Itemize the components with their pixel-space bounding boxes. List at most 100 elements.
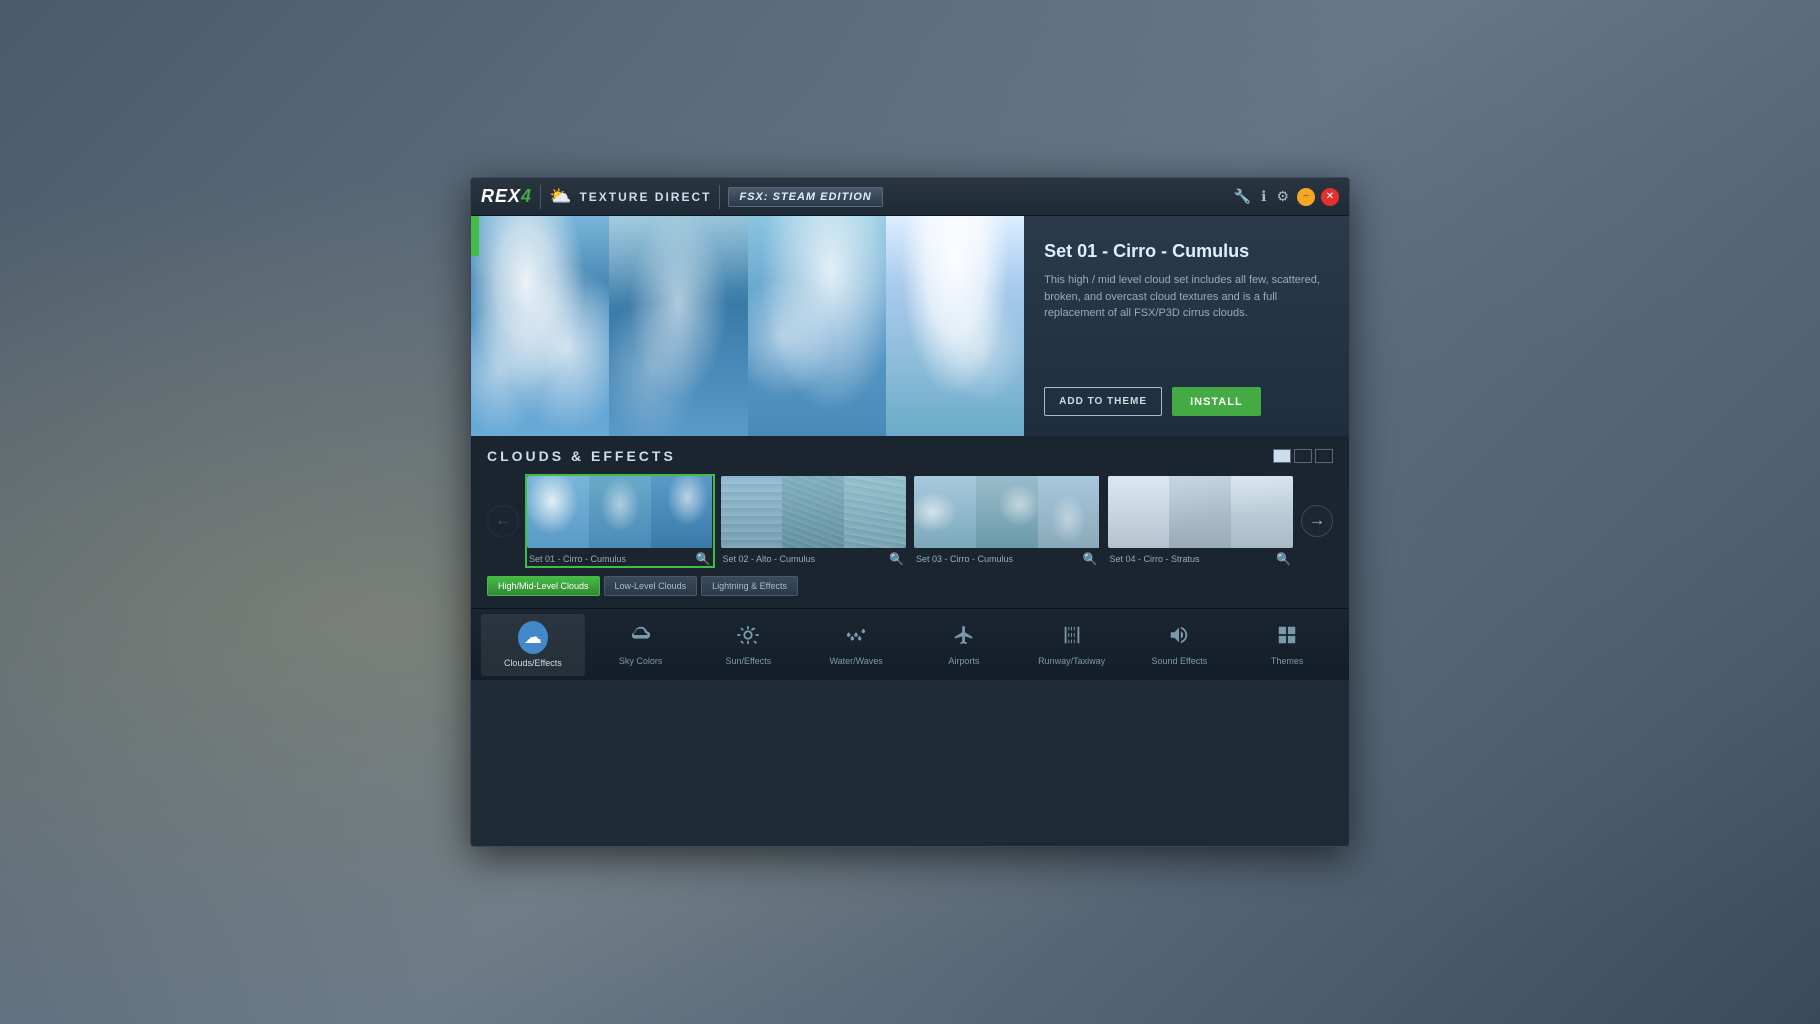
thumb-label-4: Set 04 - Cirro - Stratus: [1110, 554, 1200, 564]
hero-panel-4: [886, 216, 1024, 436]
hero-section: Set 01 - Cirro - Cumulus This high / mid…: [471, 216, 1349, 436]
edition-badge: FSX: STEAM EDITION: [728, 187, 882, 207]
thumbnail-set-04[interactable]: Set 04 - Cirro - Stratus 🔍: [1108, 476, 1294, 566]
app-title: TEXTURE DIRECT: [579, 190, 711, 204]
thumb-sub-3a: [914, 476, 976, 548]
install-button[interactable]: INSTALL: [1172, 387, 1261, 416]
app-window: REX4 ⛅ TEXTURE DIRECT FSX: STEAM EDITION…: [470, 177, 1350, 847]
nav-item-themes[interactable]: Themes: [1235, 614, 1339, 676]
title-bar: REX4 ⛅ TEXTURE DIRECT FSX: STEAM EDITION…: [471, 178, 1349, 216]
thumb-label-2: Set 02 - Alto - Cumulus: [723, 554, 816, 564]
thumb-sub-2c: [844, 476, 906, 548]
wrench-icon[interactable]: 🔧: [1232, 186, 1253, 207]
nav-label-sky: Sky Colors: [619, 656, 663, 666]
app-logo: REX4: [481, 186, 532, 207]
nav-item-sun[interactable]: Sun/Effects: [697, 614, 801, 676]
thumb-label-3: Set 03 - Cirro - Cumulus: [916, 554, 1013, 564]
view-mode-selector: [1273, 449, 1333, 463]
next-arrow[interactable]: →: [1301, 505, 1333, 537]
close-button[interactable]: ✕: [1321, 188, 1339, 206]
airports-nav-icon: [953, 624, 975, 652]
divider2: [719, 185, 720, 209]
sub-tab-high-mid[interactable]: High/Mid-Level Clouds: [487, 576, 600, 596]
thumb-images-2: [721, 476, 907, 548]
thumbnail-set-01[interactable]: Set 01 - Cirro - Cumulus 🔍: [527, 476, 713, 566]
hero-images: [471, 216, 1024, 436]
nav-label-airports: Airports: [948, 656, 979, 666]
section-header: CLOUDS & EFFECTS: [487, 448, 1333, 464]
bottom-nav: ☁ Clouds/Effects Sky Colors Sun/Effects: [471, 608, 1349, 680]
thumb-sub-3c: [1038, 476, 1100, 548]
minimize-button[interactable]: −: [1297, 188, 1315, 206]
thumb-sub-1c: [651, 476, 713, 548]
sound-nav-icon: [1168, 624, 1190, 652]
info-icon[interactable]: ℹ: [1259, 186, 1268, 207]
gear-icon[interactable]: ⚙: [1274, 186, 1291, 207]
view-dot-3[interactable]: [1315, 449, 1333, 463]
title-bar-left: REX4 ⛅ TEXTURE DIRECT FSX: STEAM EDITION: [481, 185, 883, 209]
thumb-sub-2b: [782, 476, 844, 548]
nav-item-clouds[interactable]: ☁ Clouds/Effects: [481, 614, 585, 676]
nav-label-sound: Sound Effects: [1151, 656, 1207, 666]
hero-panel-2: [609, 216, 747, 436]
prev-arrow[interactable]: ←: [487, 505, 519, 537]
nav-item-sky[interactable]: Sky Colors: [589, 614, 693, 676]
thumb-label-row-3: Set 03 - Cirro - Cumulus 🔍: [914, 548, 1100, 566]
zoom-icon-4[interactable]: 🔍: [1276, 552, 1291, 566]
thumbnails-container: Set 01 - Cirro - Cumulus 🔍 Set 02 - Alto…: [527, 476, 1293, 566]
sub-tab-low[interactable]: Low-Level Clouds: [604, 576, 698, 596]
thumbnails-row: ← Set 01 - Cirro - Cumulus 🔍: [487, 476, 1333, 566]
hero-info: Set 01 - Cirro - Cumulus This high / mid…: [1024, 216, 1349, 436]
thumb-sub-4a: [1108, 476, 1170, 548]
selected-indicator: [471, 216, 479, 256]
section-title: CLOUDS & EFFECTS: [487, 448, 676, 464]
view-dot-2[interactable]: [1294, 449, 1312, 463]
thumb-sub-1b: [589, 476, 651, 548]
nav-item-sound[interactable]: Sound Effects: [1128, 614, 1232, 676]
thumb-label-row-1: Set 01 - Cirro - Cumulus 🔍: [527, 548, 713, 566]
title-bar-right: 🔧 ℹ ⚙ − ✕: [1232, 186, 1339, 207]
hero-panel-3: [748, 216, 886, 436]
thumbnail-set-03[interactable]: Set 03 - Cirro - Cumulus 🔍: [914, 476, 1100, 566]
nav-label-themes: Themes: [1271, 656, 1304, 666]
thumb-label-row-2: Set 02 - Alto - Cumulus 🔍: [721, 548, 907, 566]
hero-panel-1: [471, 216, 609, 436]
cloud-logo-icon: ⛅: [549, 186, 571, 207]
nav-label-water: Water/Waves: [829, 656, 882, 666]
zoom-icon-1[interactable]: 🔍: [696, 552, 711, 566]
nav-label-runway: Runway/Taxiway: [1038, 656, 1105, 666]
runway-nav-icon: [1061, 624, 1083, 652]
nav-item-airports[interactable]: Airports: [912, 614, 1016, 676]
sub-tab-lightning[interactable]: Lightning & Effects: [701, 576, 798, 596]
hero-title: Set 01 - Cirro - Cumulus: [1044, 241, 1329, 262]
water-nav-icon: [845, 624, 867, 652]
zoom-icon-2[interactable]: 🔍: [889, 552, 904, 566]
add-to-theme-button[interactable]: ADD TO THEME: [1044, 387, 1162, 416]
hero-buttons: ADD TO THEME INSTALL: [1044, 387, 1329, 416]
thumb-label-row-4: Set 04 - Cirro - Stratus 🔍: [1108, 548, 1294, 566]
thumb-sub-3b: [976, 476, 1038, 548]
cloud-nav-icon: ☁: [518, 621, 548, 654]
sky-nav-icon: [630, 624, 652, 652]
nav-item-runway[interactable]: Runway/Taxiway: [1020, 614, 1124, 676]
view-dot-1[interactable]: [1273, 449, 1291, 463]
thumb-images-1: [527, 476, 713, 548]
nav-label-clouds: Clouds/Effects: [504, 658, 562, 668]
sub-tabs: High/Mid-Level Clouds Low-Level Clouds L…: [487, 576, 1333, 596]
thumbnail-set-02[interactable]: Set 02 - Alto - Cumulus 🔍: [721, 476, 907, 566]
content-section: CLOUDS & EFFECTS ← Set 01 - Cir: [471, 436, 1349, 608]
thumb-label-1: Set 01 - Cirro - Cumulus: [529, 554, 626, 564]
thumb-sub-4c: [1231, 476, 1293, 548]
hero-description: This high / mid level cloud set includes…: [1044, 272, 1329, 322]
thumb-sub-1a: [527, 476, 589, 548]
thumb-images-3: [914, 476, 1100, 548]
thumb-sub-2a: [721, 476, 783, 548]
nav-label-sun: Sun/Effects: [725, 656, 771, 666]
themes-nav-icon: [1276, 624, 1298, 652]
thumb-images-4: [1108, 476, 1294, 548]
nav-item-water[interactable]: Water/Waves: [804, 614, 908, 676]
sun-nav-icon: [737, 624, 759, 652]
divider: [540, 185, 541, 209]
zoom-icon-3[interactable]: 🔍: [1083, 552, 1098, 566]
thumb-sub-4b: [1169, 476, 1231, 548]
